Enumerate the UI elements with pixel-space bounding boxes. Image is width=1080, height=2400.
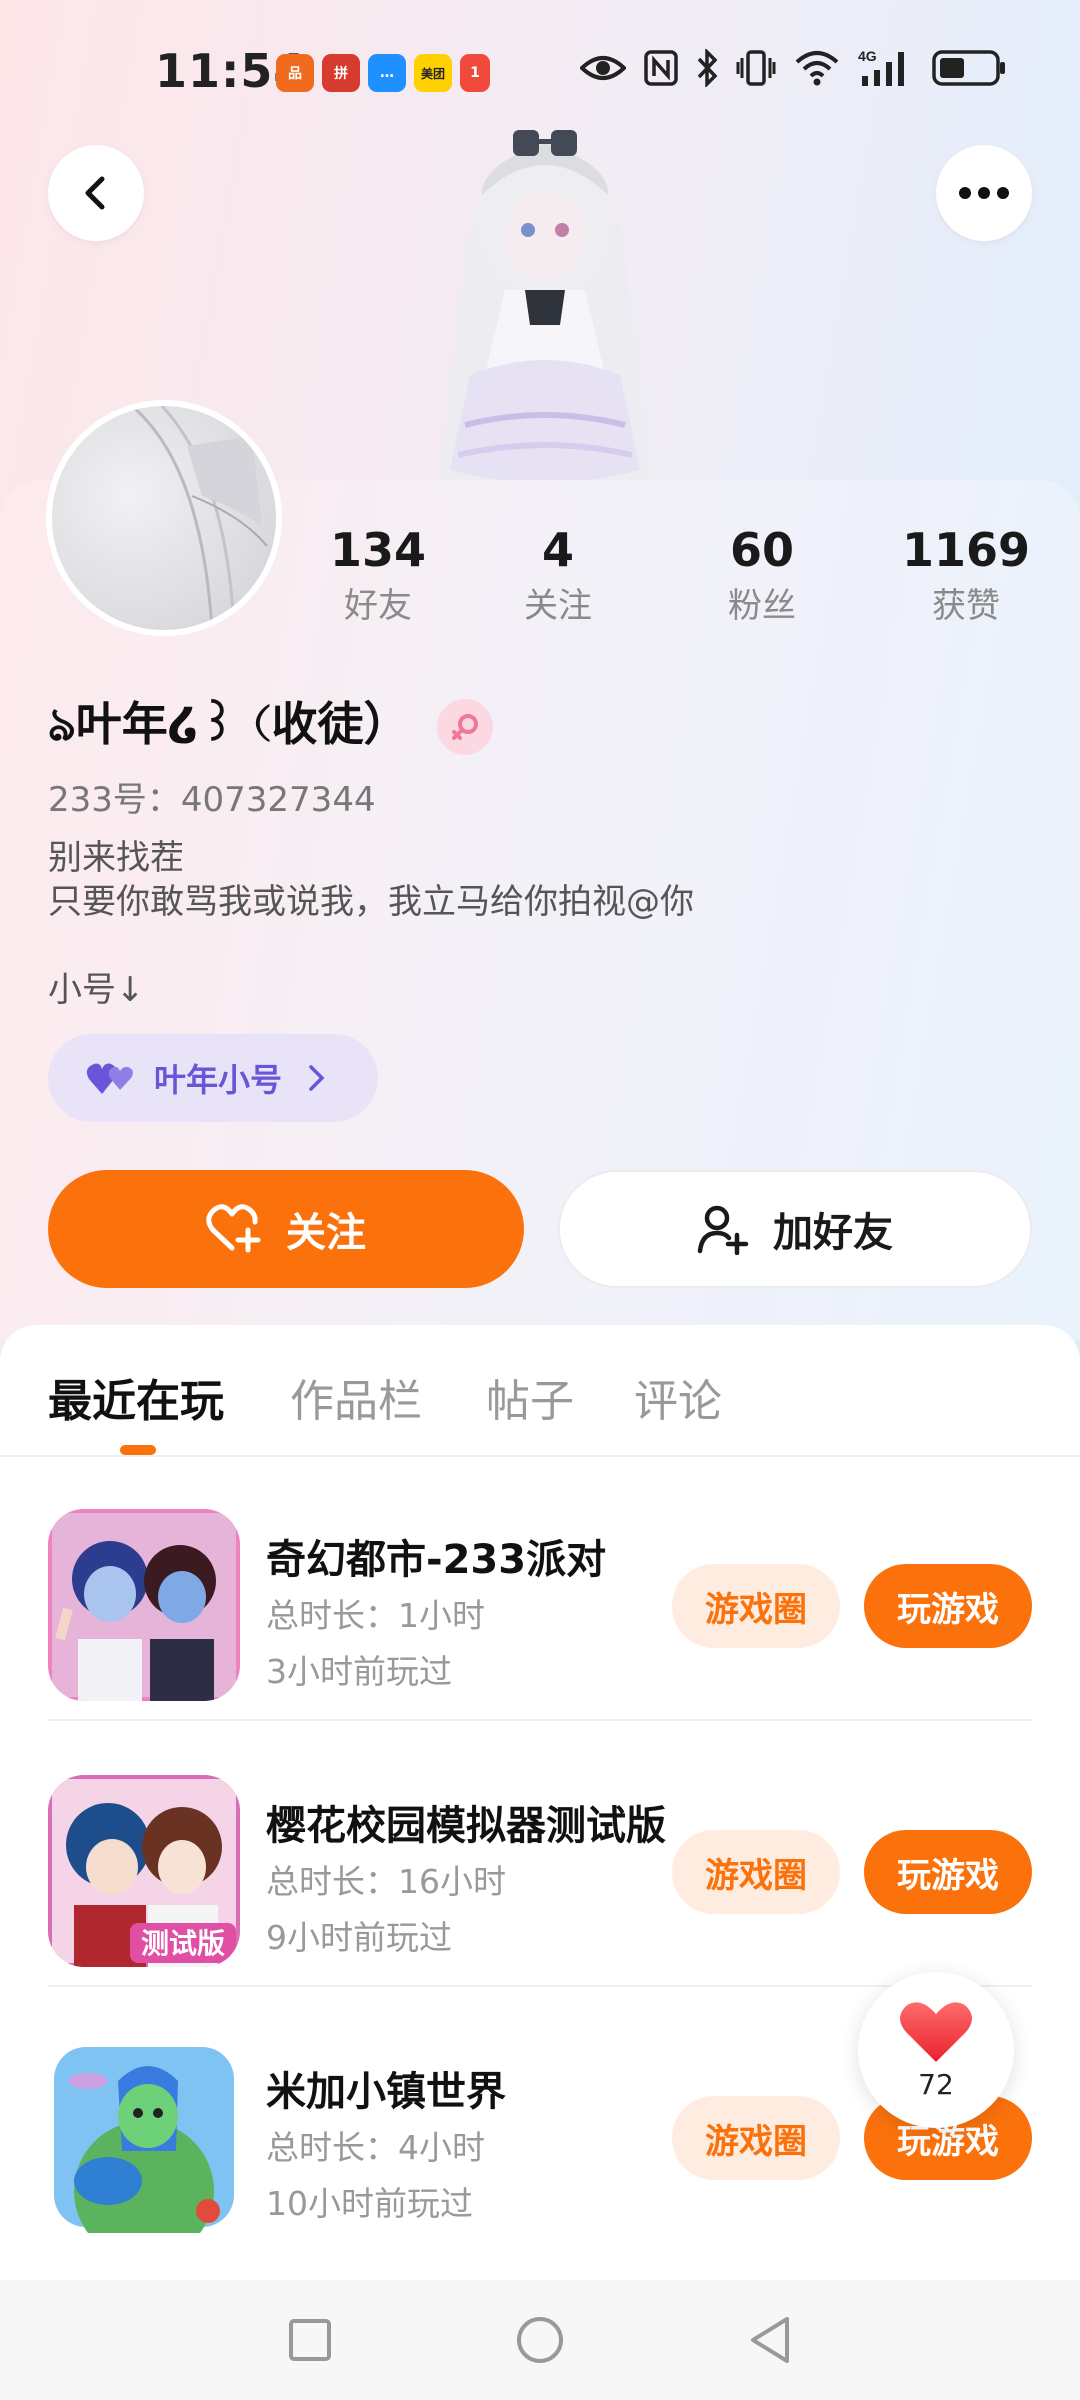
follow-button[interactable]: 关注: [48, 1170, 524, 1288]
chevron-right-icon: [309, 1065, 325, 1091]
recent-apps-button[interactable]: [278, 2308, 342, 2372]
more-options-button[interactable]: [936, 145, 1032, 241]
game-icon-3[interactable]: [48, 2041, 240, 2233]
game-duration-1: 总时长：1小时: [266, 1596, 485, 1635]
female-icon: [452, 714, 479, 740]
game-art-2: 测试版: [48, 1775, 240, 1967]
app-message-icon: …: [368, 54, 406, 92]
game-duration-2: 总时长：16小时: [266, 1862, 506, 1901]
tab-comments[interactable]: 评论: [634, 1365, 722, 1429]
game-row-1[interactable]: 奇幻都市-233派对 总时长：1小时 3小时前玩过 游戏圈 玩游戏: [48, 1457, 1032, 1721]
play-game-button-2[interactable]: 玩游戏: [864, 1830, 1032, 1914]
recent-apps-icon: [289, 2319, 331, 2361]
follow-label: 关注: [286, 1210, 366, 1256]
add-user-icon: [697, 1205, 749, 1255]
bio-line-2: 只要你敢骂我或说我，我立马给你拍视@你: [48, 882, 694, 922]
app-notify-icon: 1: [460, 54, 490, 92]
network-label: 4G: [858, 48, 877, 64]
heart-plus-icon: [206, 1204, 261, 1253]
game-title-1: 奇幻都市-233派对: [266, 1537, 607, 1583]
stat-likes-label: 获赞: [932, 586, 1000, 626]
stat-following[interactable]: 4 关注: [468, 520, 648, 630]
stat-likes[interactable]: 1169 获赞: [876, 520, 1056, 630]
stat-friends-value: 134: [329, 523, 427, 577]
game-duration-3: 总时长：4小时: [266, 2128, 485, 2167]
heart-icon: [900, 2001, 972, 2062]
test-version-badge: 测试版: [141, 1928, 225, 1959]
game-last-played-2: 9小时前玩过: [266, 1918, 452, 1957]
game-art-3: [48, 2041, 240, 2233]
home-button[interactable]: [508, 2308, 572, 2372]
chevron-left-icon: [85, 176, 105, 210]
stat-following-label: 关注: [524, 586, 592, 626]
user-id: 233号：407327344: [48, 780, 376, 820]
game-last-played-1: 3小时前玩过: [266, 1652, 452, 1691]
double-heart-icon: [86, 1063, 133, 1094]
tab-works[interactable]: 作品栏: [290, 1365, 422, 1429]
tab-recently-played[interactable]: 最近在玩: [48, 1365, 224, 1429]
alt-account-label: 叶年小号: [154, 1061, 283, 1099]
tab-indicator: [120, 1445, 156, 1455]
nav-back-button[interactable]: [738, 2308, 802, 2372]
game-row-2[interactable]: 测试版 樱花校园模拟器测试版 总时长：16小时 9小时前玩过 游戏圈 玩游戏: [48, 1723, 1032, 1987]
tab-posts[interactable]: 帖子: [486, 1365, 574, 1429]
vibrate-icon: [736, 50, 776, 86]
stat-fans-label: 粉丝: [728, 586, 796, 626]
avatar-character-figure: [440, 130, 650, 485]
system-nav-bar: [0, 2280, 1080, 2400]
content-sheet: 最近在玩 作品栏 帖子 评论 奇幻都市-233派对 总时长：1小时 3小时前玩过…: [0, 1325, 1080, 2400]
avatar[interactable]: [46, 400, 282, 636]
game-circle-button-2[interactable]: 游戏圈: [672, 1830, 840, 1914]
eye-icon: [580, 56, 626, 80]
stat-likes-value: 1169: [901, 523, 1031, 577]
back-button[interactable]: [48, 145, 144, 241]
avatar-image: [52, 406, 276, 630]
stat-friends[interactable]: 134 好友: [288, 520, 468, 630]
status-bar: 11:54 品 拼 … 美团 1 4G: [0, 0, 1080, 140]
alt-account-chip[interactable]: 叶年小号: [48, 1034, 378, 1122]
app-orange-icon: 品: [276, 54, 314, 92]
game-circle-button-1[interactable]: 游戏圈: [672, 1564, 840, 1648]
alt-account-note: 小号↓: [48, 970, 145, 1010]
play-game-button-1[interactable]: 玩游戏: [864, 1564, 1032, 1648]
add-friend-button[interactable]: 加好友: [558, 1170, 1032, 1288]
profile-stats: 134 好友 4 关注 60 粉丝 1169 获赞: [300, 520, 1060, 630]
bio: 别来找茬 只要你敢骂我或说我，我立马给你拍视@你: [48, 836, 694, 924]
avatar-art: [131, 406, 268, 630]
like-count: 72: [918, 2067, 954, 2101]
bluetooth-icon: [697, 49, 718, 87]
like-floating-button[interactable]: 72: [858, 1972, 1014, 2128]
game-icon-2[interactable]: 测试版: [48, 1775, 240, 1967]
home-icon: [517, 2317, 563, 2363]
stat-friends-label: 好友: [344, 586, 412, 626]
battery-icon: [932, 50, 1005, 86]
notification-icons: 品 拼 … 美团 1: [276, 54, 490, 92]
game-title-3: 米加小镇世界: [266, 2069, 506, 2115]
back-icon: [751, 2317, 789, 2363]
tab-bar: 最近在玩 作品栏 帖子 评论: [0, 1325, 1080, 1457]
app-red-icon: 拼: [322, 54, 360, 92]
wifi-icon: [795, 51, 839, 86]
nickname: ঌ叶年໒꒱（收徒）: [48, 697, 410, 751]
nickname-row: ঌ叶年໒꒱（收徒）: [48, 688, 494, 766]
signal-4g-icon: 4G: [858, 48, 904, 86]
game-icon-1[interactable]: [48, 1509, 240, 1701]
stat-fans-value: 60: [729, 523, 794, 577]
game-circle-button-3[interactable]: 游戏圈: [672, 2096, 840, 2180]
system-icons: 4G: [580, 48, 1008, 88]
gender-badge: [437, 699, 494, 755]
game-last-played-3: 10小时前玩过: [266, 2184, 473, 2223]
game-art-1: [48, 1509, 240, 1701]
nfc-icon: [644, 50, 678, 86]
meituan-icon: 美团: [414, 54, 452, 92]
game-title-2: 樱花校园模拟器测试版: [266, 1803, 666, 1849]
bio-line-1: 别来找茬: [48, 838, 184, 878]
stat-following-value: 4: [541, 523, 574, 577]
add-friend-label: 加好友: [773, 1210, 893, 1256]
more-dots-icon: [959, 187, 1009, 199]
stat-fans[interactable]: 60 粉丝: [672, 520, 852, 630]
